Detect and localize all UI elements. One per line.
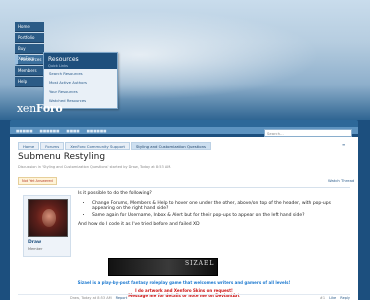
main-content: Home Forums XenForo Community Support St… xyxy=(10,137,358,300)
like-link[interactable]: Like xyxy=(329,296,336,300)
page-title: Submenu Restyling xyxy=(18,152,106,162)
popup-link-your-resources[interactable]: Your Resources xyxy=(44,87,117,96)
post: Draw Member Is it possible to do the fol… xyxy=(18,187,350,298)
breadcrumb-community-support[interactable]: XenForo Community Support xyxy=(65,142,130,150)
post-intro: Is it possible to do the following? xyxy=(78,191,152,196)
signature-banner[interactable]: SIZAEL xyxy=(108,258,218,276)
reply-link[interactable]: Reply xyxy=(340,296,350,300)
post-number[interactable]: #1 xyxy=(320,296,325,300)
nav-tab-placeholder-3[interactable]: ■■■■ xyxy=(64,129,81,133)
popup-title: Resources xyxy=(48,56,79,63)
breadcrumb: Home Forums XenForo Community Support St… xyxy=(18,142,212,150)
nav-buy-xenforo[interactable]: Buy XenForo xyxy=(15,44,44,61)
nav-members[interactable]: Members xyxy=(15,66,44,76)
nav-home[interactable]: Home xyxy=(15,22,44,32)
popup-subtitle: Quick Links xyxy=(48,64,69,68)
post-body: Is it possible to do the following? Chan… xyxy=(78,191,350,232)
resources-popup: Resources Quick Links Search Resources M… xyxy=(43,52,118,109)
breadcrumb-home[interactable]: Home xyxy=(18,142,40,150)
post-bullets: Change Forums, Members & Help to hover o… xyxy=(92,201,350,219)
nav-tab-placeholder-1[interactable]: ■■■■■ xyxy=(14,129,35,133)
post-footer-right: #1 Like Reply xyxy=(317,296,350,300)
username[interactable]: Draw xyxy=(28,240,41,245)
side-navigation: Home Portfolio Buy XenForo Resources Mem… xyxy=(15,22,44,88)
post-date[interactable]: Draw, Today at 8:53 AM xyxy=(70,296,112,300)
popup-header: Resources Quick Links xyxy=(44,53,117,69)
logo-text-a: xen xyxy=(17,102,36,115)
logo-text-b: Foro xyxy=(35,102,63,115)
post-question: And how do I code it as I've tried befor… xyxy=(78,222,200,227)
signature-banner-text: SIZAEL xyxy=(185,260,215,267)
avatar-face xyxy=(42,209,56,227)
watch-thread-link[interactable]: Watch Thread xyxy=(328,178,354,183)
xenforo-logo[interactable]: xenForo xyxy=(17,102,63,115)
signature-line-1: Sizael is a play-by-post fantasy rolepla… xyxy=(77,280,291,285)
search-input[interactable]: Search... xyxy=(264,129,352,137)
user-info: Draw Member xyxy=(23,195,71,257)
post-footer-left: Draw, Today at 8:53 AM Report xyxy=(70,296,127,300)
nav-tab-placeholder-4[interactable]: ■■■■■■ xyxy=(85,129,109,133)
post-bullet-1: Change Forums, Members & Help to hover o… xyxy=(92,201,350,212)
nav-help[interactable]: Help xyxy=(15,77,44,87)
avatar[interactable] xyxy=(28,199,68,237)
popup-link-most-active-authors[interactable]: Most Active Authors xyxy=(44,78,117,87)
user-title: Member xyxy=(28,247,43,251)
breadcrumb-styling[interactable]: Styling and Customization Questions xyxy=(131,142,211,150)
post-footer: Draw, Today at 8:53 AM Report #1 Like Rep… xyxy=(18,294,350,300)
thread-meta: Discussion in 'Styling and Customization… xyxy=(18,165,172,169)
nav-tab-placeholder-2[interactable]: ■■■■■■ xyxy=(38,129,62,133)
nav-portfolio[interactable]: Portfolio xyxy=(15,33,44,43)
breadcrumb-forums[interactable]: Forums xyxy=(40,142,65,150)
breadcrumb-jump-icon[interactable]: ≡ xyxy=(342,142,345,147)
popup-link-search-resources[interactable]: Search Resources xyxy=(44,69,117,78)
thread-prefix-badge: Not Yet Answered xyxy=(18,177,57,185)
report-link[interactable]: Report xyxy=(116,296,128,300)
post-bullet-2: Same again for Username, Inbox & Alert b… xyxy=(92,213,350,219)
